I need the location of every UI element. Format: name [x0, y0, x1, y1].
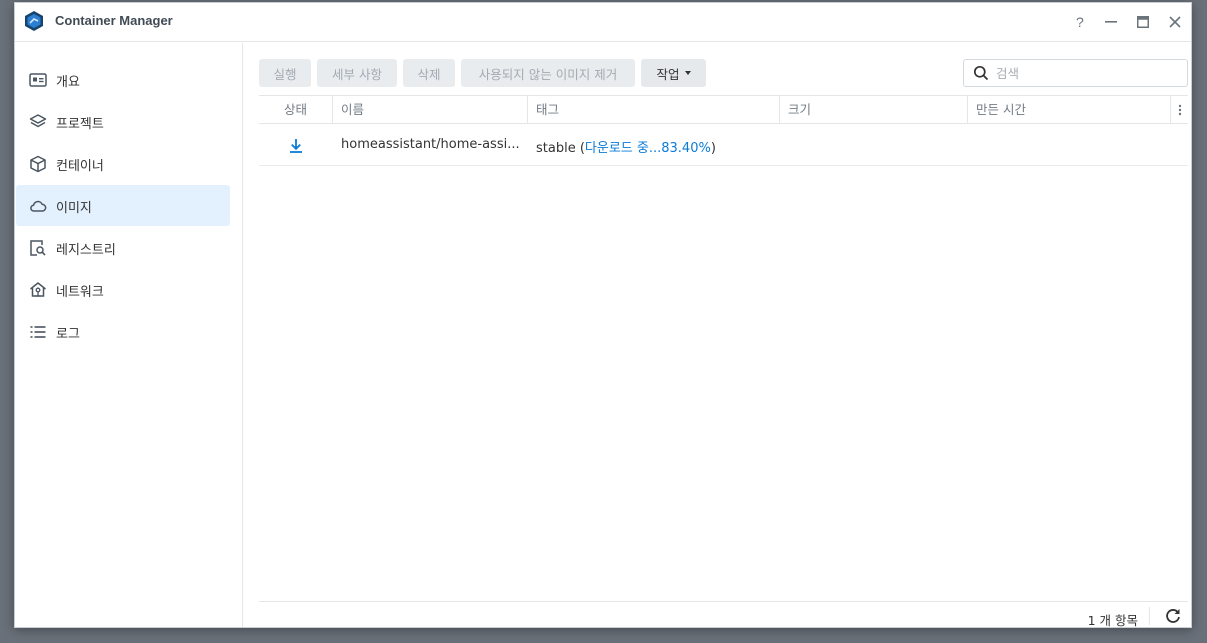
column-divider	[967, 96, 968, 124]
main-panel: 실행 세부 사항 삭제 사용되지 않는 이미지 제거 작업 상태 이름 태그 크…	[244, 43, 1191, 628]
maximize-icon[interactable]	[1133, 12, 1153, 32]
image-name: homeassistant/home-assi...	[341, 137, 520, 152]
minimize-icon[interactable]	[1101, 12, 1121, 32]
delete-button[interactable]: 삭제	[403, 59, 455, 87]
title-bar: Container Manager ?	[15, 3, 1191, 42]
overview-icon	[29, 73, 47, 87]
close-icon[interactable]	[1165, 12, 1185, 32]
sidebar-item-label: 컨테이너	[56, 159, 104, 174]
sidebar-item-images[interactable]: 이미지	[16, 185, 230, 226]
app-title: Container Manager	[55, 13, 173, 28]
remove-unused-images-button[interactable]: 사용되지 않는 이미지 제거	[461, 59, 635, 87]
image-tag-cell: stable (다운로드 중...83.40%)	[536, 137, 716, 156]
help-icon[interactable]: ?	[1070, 12, 1090, 32]
column-header-name[interactable]: 이름	[341, 96, 364, 124]
registry-search-icon	[30, 240, 46, 256]
sidebar-item-projects[interactable]: 프로젝트	[16, 101, 230, 142]
table-header: 상태 이름 태그 크기 만든 시간	[259, 95, 1188, 124]
sidebar-item-label: 로그	[56, 327, 80, 342]
app-logo-icon	[25, 11, 43, 31]
column-header-size[interactable]: 크기	[788, 96, 811, 124]
column-header-tag[interactable]: 태그	[536, 96, 559, 124]
column-header-status[interactable]: 상태	[284, 96, 307, 124]
search-box[interactable]	[963, 59, 1188, 87]
search-input[interactable]	[996, 65, 1176, 81]
column-menu-icon[interactable]	[1171, 96, 1188, 124]
caret-down-icon	[684, 71, 691, 75]
search-icon	[973, 65, 989, 81]
download-progress: 다운로드 중...83.40%	[584, 141, 711, 156]
tag-open-paren: (	[575, 141, 585, 156]
sidebar-item-label: 레지스트리	[56, 243, 116, 258]
column-divider	[779, 96, 780, 124]
sidebar-item-containers[interactable]: 컨테이너	[16, 143, 230, 184]
sidebar-item-network[interactable]: 네트워크	[16, 269, 230, 310]
tag-close-paren: )	[710, 141, 716, 156]
column-divider	[332, 96, 333, 124]
list-icon	[30, 326, 46, 338]
download-icon	[290, 139, 302, 153]
sidebar-item-label: 네트워크	[56, 285, 104, 300]
details-button[interactable]: 세부 사항	[317, 59, 397, 87]
sidebar-item-log[interactable]: 로그	[16, 311, 230, 352]
image-tag: stable	[536, 141, 576, 156]
column-header-created[interactable]: 만든 시간	[976, 96, 1026, 124]
sidebar-item-label: 이미지	[56, 201, 92, 216]
refresh-icon[interactable]	[1164, 607, 1182, 625]
network-home-icon	[30, 282, 46, 297]
sidebar: 개요 프로젝트 컨테이너 이미지 레지스트리 네트워크 로그	[15, 43, 243, 627]
table-footer: 1 개 항목	[259, 601, 1188, 631]
sidebar-item-label: 프로젝트	[56, 117, 104, 132]
table-row[interactable]: homeassistant/home-assi... stable (다운로드 …	[259, 125, 1188, 166]
layers-icon	[29, 114, 47, 128]
column-divider	[527, 96, 528, 124]
sidebar-item-label: 개요	[56, 75, 80, 90]
action-dropdown-button[interactable]: 작업	[641, 59, 706, 87]
footer-divider	[1149, 607, 1150, 625]
sidebar-item-overview[interactable]: 개요	[16, 59, 230, 100]
action-label: 작업	[656, 66, 680, 82]
cloud-icon	[30, 200, 47, 212]
run-button[interactable]: 실행	[259, 59, 311, 87]
item-count: 1 개 항목	[1087, 613, 1138, 628]
app-window: Container Manager ? 개요 프로젝트 컨테이너 이미지 레지스…	[14, 2, 1192, 628]
sidebar-item-registry[interactable]: 레지스트리	[16, 227, 230, 268]
svg-text:?: ?	[1076, 15, 1084, 29]
cube-icon	[30, 155, 46, 173]
